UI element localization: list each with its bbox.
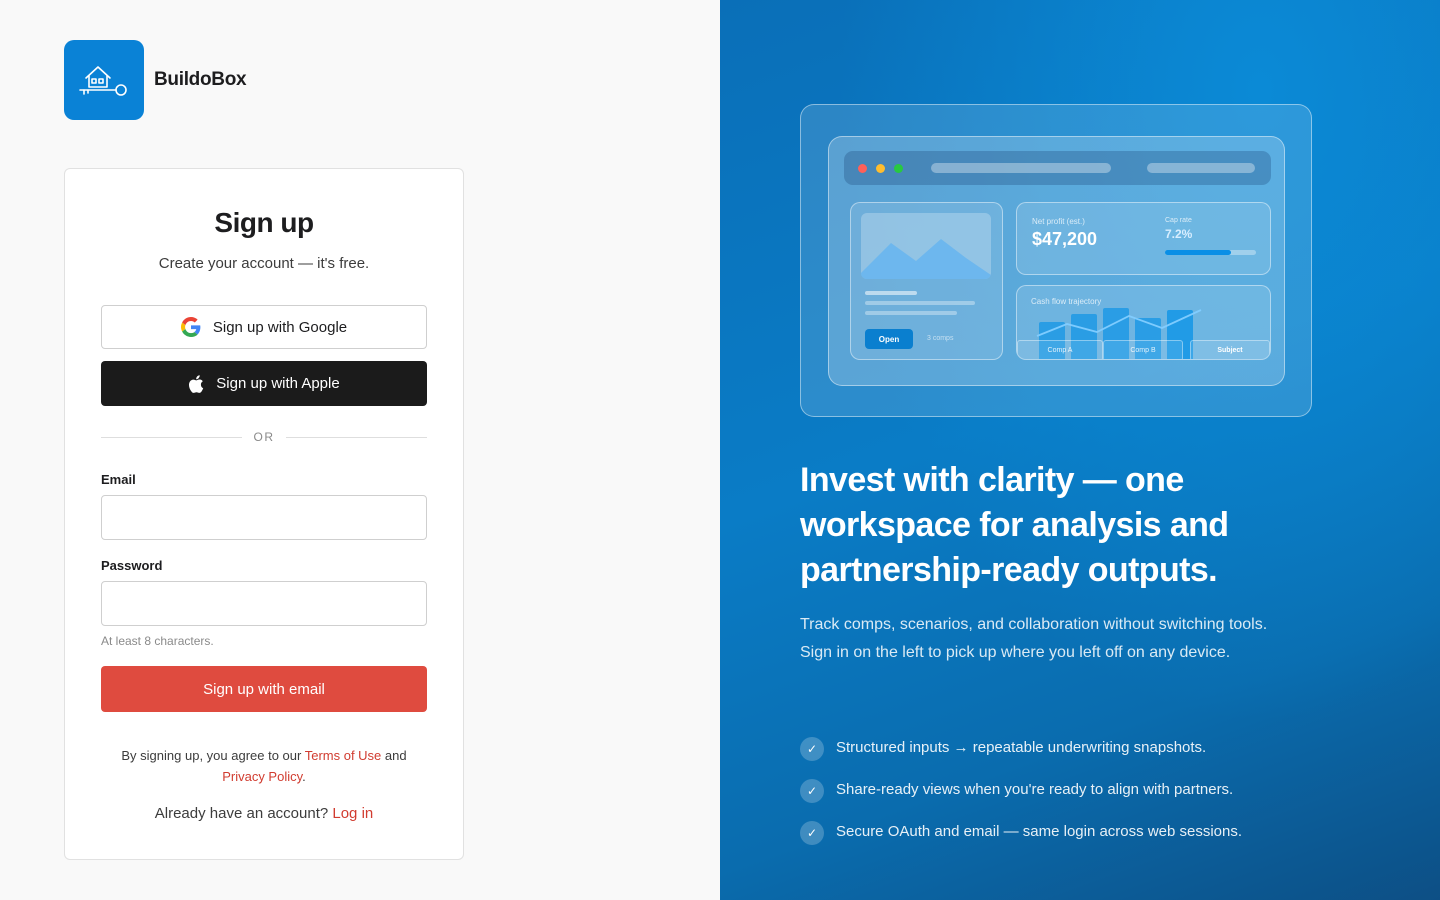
terms-notice: By signing up, you agree to our Terms of… (101, 745, 427, 787)
mountain-image-icon (861, 239, 991, 279)
terms-of-use-link[interactable]: Terms of Use (305, 748, 382, 763)
text-placeholder (865, 301, 975, 305)
cap-rate-bar-fill (1165, 250, 1231, 255)
cap-rate-label: Cap rate (1165, 217, 1192, 224)
house-key-icon (79, 66, 127, 96)
privacy-policy-link[interactable]: Privacy Policy (222, 769, 302, 784)
net-profit-label: Net profit (est.) (1032, 217, 1085, 226)
close-dot-icon (858, 164, 867, 173)
toolbar-placeholder (1147, 163, 1255, 173)
signup-pane: BuildoBox Sign up Create your account — … (0, 0, 720, 900)
feature-text: Share-ready views when you're ready to a… (836, 780, 1234, 798)
google-signup-button[interactable]: Sign up with Google (101, 305, 427, 349)
or-divider: OR (101, 430, 427, 444)
page-subtitle: Create your account — it's free. (158, 255, 370, 272)
cashflow-panel: Cash flow trajectory Comp A Comp B Subje… (1016, 285, 1271, 360)
feature-item: ✓ Structured inputs → repeatable underwr… (800, 733, 1206, 761)
password-label: Password (101, 558, 163, 573)
page-title: Sign up (214, 207, 314, 238)
cap-rate-bar (1165, 250, 1256, 255)
terms-prefix: By signing up, you agree to our (121, 748, 305, 763)
metrics-panel: Net profit (est.) $47,200 Cap rate 7.2% (1016, 202, 1271, 275)
email-label: Email (101, 472, 136, 487)
brand: BuildoBox (64, 40, 247, 120)
apple-icon (188, 374, 204, 393)
apple-signup-button[interactable]: Sign up with Apple (101, 361, 427, 406)
feature-text: Secure OAuth and email — same login acro… (836, 822, 1243, 840)
preview-tab: Subject (1190, 340, 1270, 359)
cap-rate-value: 7.2% (1165, 227, 1193, 241)
brand-name: BuildoBox (154, 69, 247, 90)
email-field[interactable] (101, 495, 427, 540)
preview-open-button: Open (865, 329, 913, 349)
password-hint: At least 8 characters. (101, 634, 214, 648)
property-panel: Open 3 comps (850, 202, 1003, 360)
signup-card: Sign up Create your account — it's free.… (64, 168, 464, 860)
login-prompt-text: Already have an account? (154, 805, 333, 822)
apple-signup-label: Sign up with Apple (216, 375, 340, 392)
feature-item: ✓ Secure OAuth and email — same login ac… (800, 817, 1242, 845)
net-profit-value: $47,200 (1032, 229, 1098, 249)
feature-item: ✓ Share-ready views when you're ready to… (800, 775, 1233, 803)
terms-mid: and (381, 748, 407, 763)
window-titlebar (844, 151, 1271, 185)
google-signup-label: Sign up with Google (212, 318, 348, 336)
password-field[interactable] (101, 581, 427, 626)
marketing-pane: Open 3 comps Net profit (est.) $47,200 C… (720, 0, 1440, 900)
check-icon: ✓ (800, 821, 824, 845)
maximize-dot-icon (894, 164, 903, 173)
marketing-lead: Track comps, scenarios, and collaboratio… (800, 616, 1268, 661)
terms-suffix: . (302, 769, 306, 784)
brand-logo (64, 40, 144, 120)
address-bar-placeholder (931, 163, 1111, 173)
login-link[interactable]: Log in (332, 805, 373, 822)
login-prompt: Already have an account? Log in (65, 805, 463, 822)
google-icon (180, 317, 201, 337)
check-icon: ✓ (800, 737, 824, 761)
minimize-dot-icon (876, 164, 885, 173)
marketing-headline: Invest with clarity — one workspace for … (800, 461, 1229, 589)
text-placeholder (865, 291, 917, 295)
text-placeholder (865, 311, 957, 315)
preview-comps-note: 3 comps (927, 335, 954, 342)
check-icon: ✓ (800, 779, 824, 803)
email-signup-button[interactable]: Sign up with email (101, 666, 427, 712)
property-thumbnail (861, 213, 991, 279)
app-preview: Open 3 comps Net profit (est.) $47,200 C… (800, 104, 1312, 417)
preview-tab: Comp B (1103, 340, 1183, 359)
divider-line-right (286, 437, 427, 438)
preview-tab: Comp A (1017, 340, 1103, 359)
app-preview-window: Open 3 comps Net profit (est.) $47,200 C… (828, 136, 1285, 386)
feature-text: Structured inputs → repeatable underwrit… (836, 738, 1207, 756)
